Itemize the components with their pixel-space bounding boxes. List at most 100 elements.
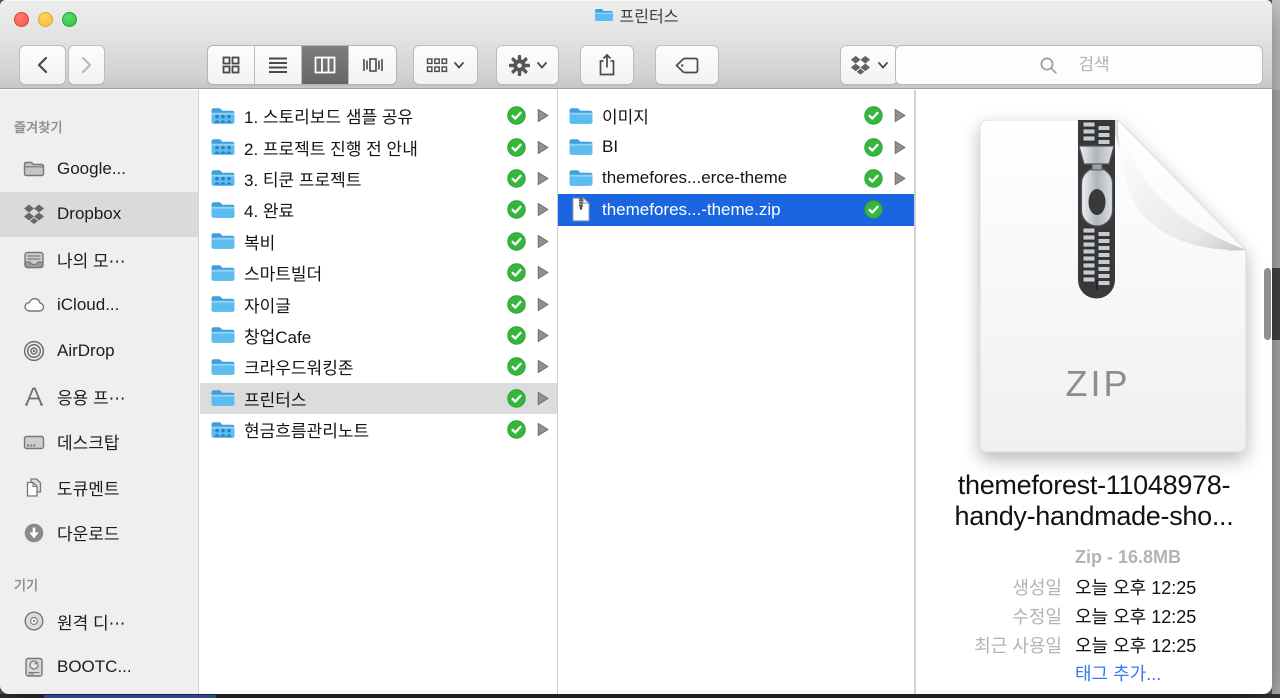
file-row[interactable]: 크라우드워킹존 bbox=[200, 351, 557, 382]
background-right-sliver-dark bbox=[1272, 268, 1280, 340]
dropbox-icon bbox=[20, 201, 48, 227]
preview-meta-row: 최근 사용일 오늘 오후 12:25 bbox=[916, 630, 1272, 659]
sidebar-item-disc[interactable]: 원격 디⋯ bbox=[0, 599, 198, 645]
folder-icon bbox=[20, 156, 48, 182]
folder-icon bbox=[210, 229, 236, 254]
sidebar: 즐겨찾기 Google... Dropbox 나의 모⋯ iCloud... AirDro… bbox=[0, 90, 199, 694]
share-button[interactable] bbox=[580, 45, 634, 85]
preview-file-name-line1: themeforest-11048978- bbox=[957, 470, 1231, 500]
sidebar-item-label: BOOTC... bbox=[57, 656, 132, 676]
sidebar-item-downloads[interactable]: 다운로드 bbox=[0, 510, 198, 556]
preview-meta-label: 생성일 bbox=[1012, 577, 1062, 598]
tray-icon bbox=[20, 247, 48, 273]
folder-icon bbox=[594, 7, 614, 23]
tag-button[interactable] bbox=[655, 45, 719, 85]
file-row[interactable]: 4. 완료 bbox=[200, 194, 557, 225]
file-row[interactable]: themefores...-theme.zip bbox=[558, 194, 914, 226]
sidebar-item-folder[interactable]: Google... bbox=[0, 146, 198, 192]
file-row[interactable]: 자이글 bbox=[200, 288, 557, 319]
sidebar-item-cloud[interactable]: iCloud... bbox=[0, 283, 198, 329]
harddrive-icon bbox=[20, 654, 48, 680]
tag-icon bbox=[674, 56, 700, 75]
folder-icon bbox=[210, 354, 236, 379]
file-row[interactable]: 복비 bbox=[200, 226, 557, 257]
folder-icon bbox=[210, 197, 236, 222]
chevron-right-icon bbox=[894, 108, 906, 123]
list-view-button[interactable] bbox=[255, 46, 302, 84]
sync-ok-badge-icon bbox=[507, 420, 526, 439]
sidebar-item-tray[interactable]: 나의 모⋯ bbox=[0, 237, 198, 283]
file-row[interactable]: 3. 티쿤 프로젝트 bbox=[200, 163, 557, 194]
chevron-right-icon bbox=[537, 359, 549, 374]
file-row[interactable]: 2. 프로젝트 진행 전 안내 bbox=[200, 131, 557, 162]
sidebar-item-airdrop[interactable]: AirDrop bbox=[0, 328, 198, 374]
file-row[interactable]: 창업Cafe bbox=[200, 320, 557, 351]
preview-meta-row: 생성일 오늘 오후 12:25 bbox=[916, 572, 1272, 601]
column-view-button[interactable] bbox=[302, 46, 349, 84]
sidebar-item-label: 데스크탑 bbox=[57, 434, 120, 454]
column-view-icon bbox=[314, 55, 336, 75]
sidebar-section-header: 기기 bbox=[14, 578, 39, 593]
add-tags-link[interactable]: 태그 추가... bbox=[1075, 660, 1161, 686]
search-input[interactable] bbox=[896, 46, 1262, 84]
file-row-label: 크라우드워킹존 bbox=[244, 359, 354, 379]
forward-button[interactable] bbox=[68, 45, 105, 85]
back-button[interactable] bbox=[19, 45, 66, 85]
file-row[interactable]: BI bbox=[558, 131, 914, 162]
folder-icon bbox=[568, 166, 594, 191]
sidebar-item-label: AirDrop bbox=[57, 340, 115, 360]
shared-folder-icon bbox=[210, 166, 236, 191]
preview-file-name-line2: handy-handmade-sho... bbox=[954, 501, 1234, 531]
view-switcher bbox=[207, 45, 397, 85]
sidebar-item-desktop[interactable]: 데스크탑 bbox=[0, 419, 198, 465]
sync-ok-badge-icon bbox=[507, 357, 526, 377]
folder-icon bbox=[210, 386, 236, 411]
chevron-right-icon bbox=[537, 265, 549, 280]
share-icon bbox=[597, 53, 617, 77]
preview-kind-size: Zip - 16.8MB bbox=[1075, 546, 1182, 567]
folder-icon bbox=[568, 103, 594, 128]
folder-icon bbox=[210, 292, 236, 317]
sidebar-item-label: Dropbox bbox=[57, 204, 122, 224]
preview-scrollbar[interactable] bbox=[1264, 268, 1271, 340]
chevron-down-icon bbox=[877, 61, 889, 70]
arrange-button[interactable] bbox=[413, 45, 478, 85]
preview-meta-label: 최근 사용일 bbox=[974, 635, 1062, 656]
sidebar-item-harddrive[interactable]: BOOTC... bbox=[0, 644, 198, 690]
chevron-right-icon bbox=[894, 171, 906, 186]
sidebar-item-documents[interactable]: 도큐멘트 bbox=[0, 465, 198, 511]
file-row[interactable]: 프린터스 bbox=[200, 382, 557, 414]
airdrop-icon bbox=[20, 338, 48, 364]
sidebar-item-label: 나의 모⋯ bbox=[57, 252, 126, 272]
dropbox-toolbar-button[interactable] bbox=[840, 45, 898, 85]
search-field[interactable] bbox=[895, 45, 1263, 85]
file-row[interactable]: 스마트빌더 bbox=[200, 257, 557, 288]
file-row-label: 현금흐름관리노트 bbox=[244, 422, 370, 442]
arrange-icon bbox=[426, 57, 448, 74]
file-row[interactable]: themefores...erce-theme bbox=[558, 163, 914, 194]
sidebar-item-applications[interactable]: 응용 프⋯ bbox=[0, 374, 198, 420]
coverflow-view-button[interactable] bbox=[349, 46, 396, 84]
chevron-right-icon bbox=[537, 391, 549, 406]
gear-icon bbox=[508, 54, 531, 77]
sync-ok-badge-icon bbox=[507, 232, 526, 251]
sync-ok-badge-icon bbox=[864, 137, 883, 157]
coverflow-view-icon bbox=[362, 55, 384, 75]
icon-view-button[interactable] bbox=[208, 46, 255, 84]
sidebar-item-label: 원격 디⋯ bbox=[57, 613, 126, 633]
preview-meta-label: 수정일 bbox=[1012, 606, 1062, 627]
file-row-label: 이미지 bbox=[602, 108, 649, 128]
preview-pane: ZIP themeforest-11048978- handy-handmade… bbox=[915, 90, 1272, 694]
file-row[interactable]: 현금흐름관리노트 bbox=[200, 414, 557, 445]
file-row-label: 스마트빌더 bbox=[244, 265, 323, 285]
file-row-label: 프린터스 bbox=[244, 390, 307, 410]
sidebar-item-label: Google... bbox=[57, 158, 126, 178]
chevron-down-icon bbox=[453, 61, 465, 70]
file-row[interactable]: 1. 스토리보드 샘플 공유 bbox=[200, 100, 557, 131]
sidebar-item-dropbox[interactable]: Dropbox bbox=[0, 191, 198, 237]
chevron-right-icon bbox=[537, 108, 549, 123]
action-button[interactable] bbox=[496, 45, 559, 85]
chevron-right-icon bbox=[537, 202, 549, 217]
zip-file-icon bbox=[568, 197, 594, 222]
file-row[interactable]: 이미지 bbox=[558, 100, 914, 131]
